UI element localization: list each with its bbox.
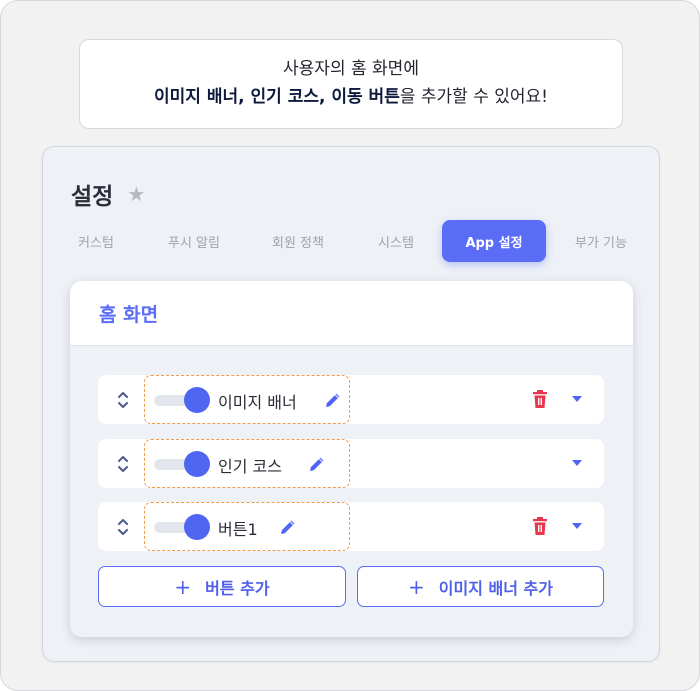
list-item-popular-course: 인기 코스: [98, 439, 604, 488]
home-screen-panel: 홈 화면 이미지 배너 인기 코스 버튼1 + 버튼 추가 + 이미지 배너 추…: [70, 281, 633, 637]
visibility-toggle[interactable]: [154, 387, 212, 413]
page-title: 설정: [71, 184, 114, 210]
callout-highlight: 이미지 배너, 인기 코스, 이동 버튼: [154, 87, 400, 107]
list-item-button1: 버튼1: [98, 502, 604, 551]
drag-handle-icon[interactable]: [116, 454, 130, 474]
toggle-knob: [184, 514, 210, 540]
callout-line2: 이미지 배너, 인기 코스, 이동 버튼을 추가할 수 있어요!: [80, 82, 622, 112]
tab-extra-features[interactable]: 부가 기능: [555, 220, 647, 262]
callout-line1: 사용자의 홈 화면에: [283, 59, 419, 79]
pencil-icon[interactable]: [308, 455, 326, 473]
plus-icon: +: [174, 574, 192, 599]
visibility-toggle[interactable]: [154, 451, 212, 477]
trash-icon[interactable]: [532, 516, 548, 536]
item-label: 버튼1: [218, 520, 258, 539]
plus-icon: +: [408, 574, 425, 599]
add-banner-label: 이미지 배너 추가: [438, 578, 553, 598]
tab-push-notifications[interactable]: 푸시 알림: [148, 220, 240, 262]
tab-custom[interactable]: 커스텀: [53, 220, 139, 262]
item-label: 인기 코스: [218, 457, 282, 476]
add-button-label: 버튼 추가: [205, 578, 270, 598]
visibility-toggle[interactable]: [154, 514, 212, 540]
toggle-knob: [184, 451, 210, 477]
panel-header: 홈 화면: [70, 281, 633, 346]
add-button-button[interactable]: + 버튼 추가: [98, 566, 346, 607]
tab-app-settings[interactable]: App 설정: [442, 220, 546, 262]
drag-handle-icon[interactable]: [116, 517, 130, 537]
pencil-icon[interactable]: [279, 518, 297, 536]
drag-handle-icon[interactable]: [116, 390, 130, 410]
tab-system[interactable]: 시스템: [355, 220, 437, 262]
caret-down-icon[interactable]: [572, 395, 582, 403]
star-icon[interactable]: ★: [127, 184, 145, 204]
caret-down-icon[interactable]: [572, 522, 582, 530]
list-item-image-banner: 이미지 배너: [98, 375, 604, 424]
title-row: 설정 ★: [71, 177, 145, 211]
trash-icon[interactable]: [532, 389, 548, 409]
panel-title: 홈 화면: [99, 304, 159, 326]
pencil-icon[interactable]: [324, 391, 342, 409]
caret-down-icon[interactable]: [572, 459, 582, 467]
tab-member-policy[interactable]: 회원 정책: [251, 220, 345, 262]
add-image-banner-button[interactable]: + 이미지 배너 추가: [357, 566, 604, 607]
callout-rest: 을 추가할 수 있어요!: [399, 87, 548, 107]
toggle-knob: [184, 387, 210, 413]
screenshot-frame: 사용자의 홈 화면에 이미지 배너, 인기 코스, 이동 버튼을 추가할 수 있…: [0, 0, 700, 691]
item-label: 이미지 배너: [218, 393, 297, 412]
feature-callout: 사용자의 홈 화면에 이미지 배너, 인기 코스, 이동 버튼을 추가할 수 있…: [79, 39, 623, 129]
settings-card: 설정 ★ 커스텀 푸시 알림 회원 정책 시스템 App 설정 부가 기능 홈 …: [42, 146, 660, 662]
settings-tabs: 커스텀 푸시 알림 회원 정책 시스템 App 설정 부가 기능: [43, 220, 661, 262]
